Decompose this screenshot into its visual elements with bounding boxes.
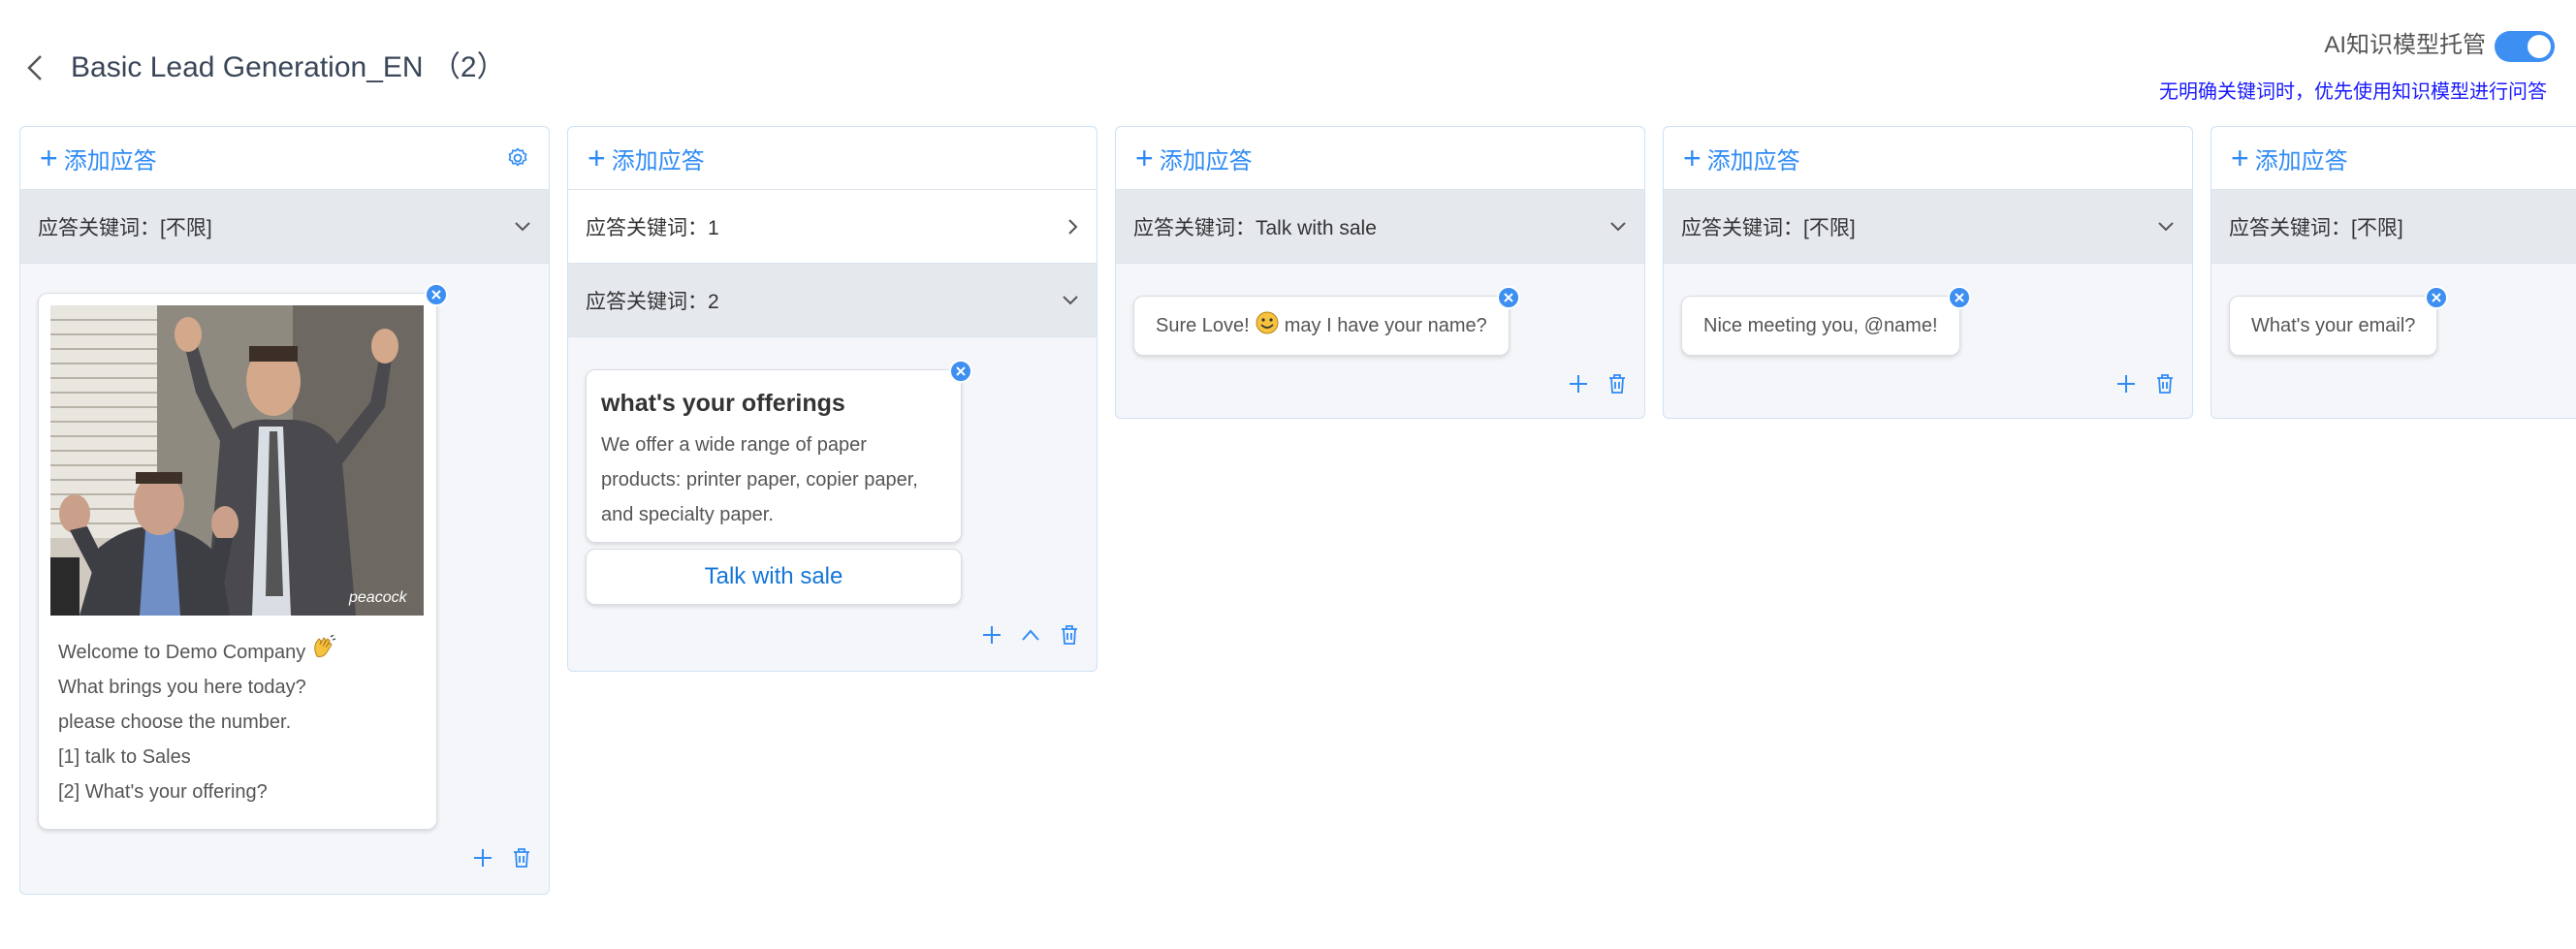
column-body: Nice meeting you, @name! xyxy=(1664,264,2192,414)
response-column: + 添加应答 应答关键词：[不限] peacock Welcome to Dem… xyxy=(19,126,550,895)
column-header: + 添加应答 xyxy=(1116,127,1644,190)
ai-toggle-switch[interactable] xyxy=(2495,31,2555,62)
chevron-down-icon xyxy=(2157,221,2175,233)
keyword-row[interactable]: 应答关键词：[不限] xyxy=(2211,190,2576,264)
column-body: what's your offerings We offer a wide ra… xyxy=(568,337,1097,665)
response-column: + 添加应答 应答关键词：1 应答关键词：2 what's your offer… xyxy=(567,126,1097,672)
message-line: Welcome to Demo Company xyxy=(58,634,417,670)
plus-icon: + xyxy=(1135,141,1154,175)
keyword-row[interactable]: 应答关键词：2 xyxy=(568,264,1097,337)
smiley-icon xyxy=(1256,311,1279,340)
keyword-label: 应答关键词：2 xyxy=(586,290,719,313)
card-description: We offer a wide range of paper products:… xyxy=(601,434,918,525)
response-column: + 添加应答 应答关键词：[不限] What's your email? xyxy=(2210,126,2576,419)
gear-icon[interactable] xyxy=(506,146,529,170)
add-response-label: 添加应答 xyxy=(1159,147,1253,174)
card-actions xyxy=(586,624,1079,646)
message-text: Sure Love! xyxy=(1156,314,1250,336)
card-actions xyxy=(38,847,531,869)
message-line: please choose the number. xyxy=(58,712,292,733)
image-message-card[interactable]: peacock Welcome to Demo Company What bri… xyxy=(38,283,448,830)
flow-columns: + 添加应答 应答关键词：[不限] peacock Welcome to Dem… xyxy=(19,126,2576,902)
keyword-label: 应答关键词：1 xyxy=(586,216,719,239)
column-header: + 添加应答 xyxy=(20,127,549,190)
back-button[interactable] xyxy=(21,50,48,85)
add-response-label: 添加应答 xyxy=(2254,147,2348,174)
chevron-down-icon xyxy=(514,221,531,233)
ai-hint-text: 无明确关键词时，优先使用知识模型进行问答 xyxy=(2159,81,2547,103)
message-line: [2] What's your offering? xyxy=(58,781,268,803)
waving-hand-icon xyxy=(311,634,336,670)
plus-icon: + xyxy=(40,141,58,175)
message-line: What brings you here today? xyxy=(58,677,306,698)
text-message-card[interactable]: Sure Love! may I have your name? xyxy=(1133,286,1520,356)
add-response-label: 添加应答 xyxy=(63,147,157,174)
page-title: Basic Lead Generation_EN （2） xyxy=(71,51,506,83)
toggle-knob xyxy=(2528,35,2551,58)
response-column: + 添加应答 应答关键词：Talk with sale Sure Love! m… xyxy=(1115,126,1645,419)
plus-icon: + xyxy=(588,141,606,175)
plus-icon: + xyxy=(2231,141,2249,175)
chevron-down-icon xyxy=(1062,295,1079,306)
peacock-watermark: peacock xyxy=(348,589,408,606)
add-response-button[interactable]: + 添加应答 xyxy=(1683,142,1800,175)
card-actions xyxy=(1133,373,1627,395)
keyword-row[interactable]: 应答关键词：Talk with sale xyxy=(1116,190,1644,264)
add-icon[interactable] xyxy=(982,625,1002,645)
column-body: What's your email? xyxy=(2211,264,2576,375)
close-icon[interactable] xyxy=(2425,286,2449,309)
add-response-button[interactable]: + 添加应答 xyxy=(1135,142,1253,175)
keyword-row[interactable]: 应答关键词：1 xyxy=(568,190,1097,264)
close-icon[interactable] xyxy=(425,283,448,306)
card-actions xyxy=(1681,373,2175,395)
response-column: + 添加应答 应答关键词：[不限] Nice meeting you, @nam… xyxy=(1663,126,2193,419)
add-icon[interactable] xyxy=(473,848,493,868)
trash-icon[interactable] xyxy=(1607,373,1627,395)
add-icon[interactable] xyxy=(2116,374,2136,394)
chevron-down-icon xyxy=(1609,221,1627,233)
column-body: Sure Love! may I have your name? xyxy=(1116,264,1644,414)
card-title: what's your offerings xyxy=(601,390,845,417)
message-text: What's your email? xyxy=(2251,314,2416,336)
add-icon[interactable] xyxy=(1569,374,1588,394)
close-icon[interactable] xyxy=(1947,286,1971,309)
chevron-left-icon xyxy=(27,55,42,80)
column-header: + 添加应答 xyxy=(568,127,1097,190)
keyword-label: 应答关键词：[不限] xyxy=(2229,216,2403,239)
keyword-row[interactable]: 应答关键词：[不限] xyxy=(1664,190,2192,264)
message-text: may I have your name? xyxy=(1284,314,1487,336)
trash-icon[interactable] xyxy=(1060,624,1079,646)
rich-message-card[interactable]: what's your offerings We offer a wide ra… xyxy=(586,360,972,543)
keyword-label: 应答关键词：[不限] xyxy=(38,216,212,239)
message-text: Nice meeting you, @name! xyxy=(1703,314,1938,336)
text-message-card[interactable]: What's your email? xyxy=(2229,286,2449,356)
text-message-card[interactable]: Nice meeting you, @name! xyxy=(1681,286,1971,356)
column-header: + 添加应答 xyxy=(1664,127,2192,190)
keyword-label: 应答关键词：Talk with sale xyxy=(1133,216,1377,239)
message-text: Welcome to Demo Company What brings you … xyxy=(50,616,425,809)
add-response-button[interactable]: + 添加应答 xyxy=(2231,142,2348,175)
column-header: + 添加应答 xyxy=(2211,127,2576,190)
ai-toggle-label: AI知识模型托管 xyxy=(2324,32,2486,58)
add-response-label: 添加应答 xyxy=(611,147,705,174)
message-image: peacock xyxy=(50,305,424,616)
message-line: [1] talk to Sales xyxy=(58,746,191,768)
column-body: peacock Welcome to Demo Company What bri… xyxy=(20,264,549,888)
keyword-label: 应答关键词：[不限] xyxy=(1681,216,1856,239)
chevron-right-icon xyxy=(1067,218,1079,236)
trash-icon[interactable] xyxy=(512,847,531,869)
add-response-label: 添加应答 xyxy=(1706,147,1800,174)
close-icon[interactable] xyxy=(949,360,972,383)
add-response-button[interactable]: + 添加应答 xyxy=(40,142,157,175)
add-response-button[interactable]: + 添加应答 xyxy=(588,142,705,175)
talk-with-sale-button[interactable]: Talk with sale xyxy=(586,549,962,605)
trash-icon[interactable] xyxy=(2155,373,2175,395)
chevron-up-icon[interactable] xyxy=(1021,628,1040,642)
plus-icon: + xyxy=(1683,141,1701,175)
close-icon[interactable] xyxy=(1496,286,1520,309)
keyword-row[interactable]: 应答关键词：[不限] xyxy=(20,190,549,264)
